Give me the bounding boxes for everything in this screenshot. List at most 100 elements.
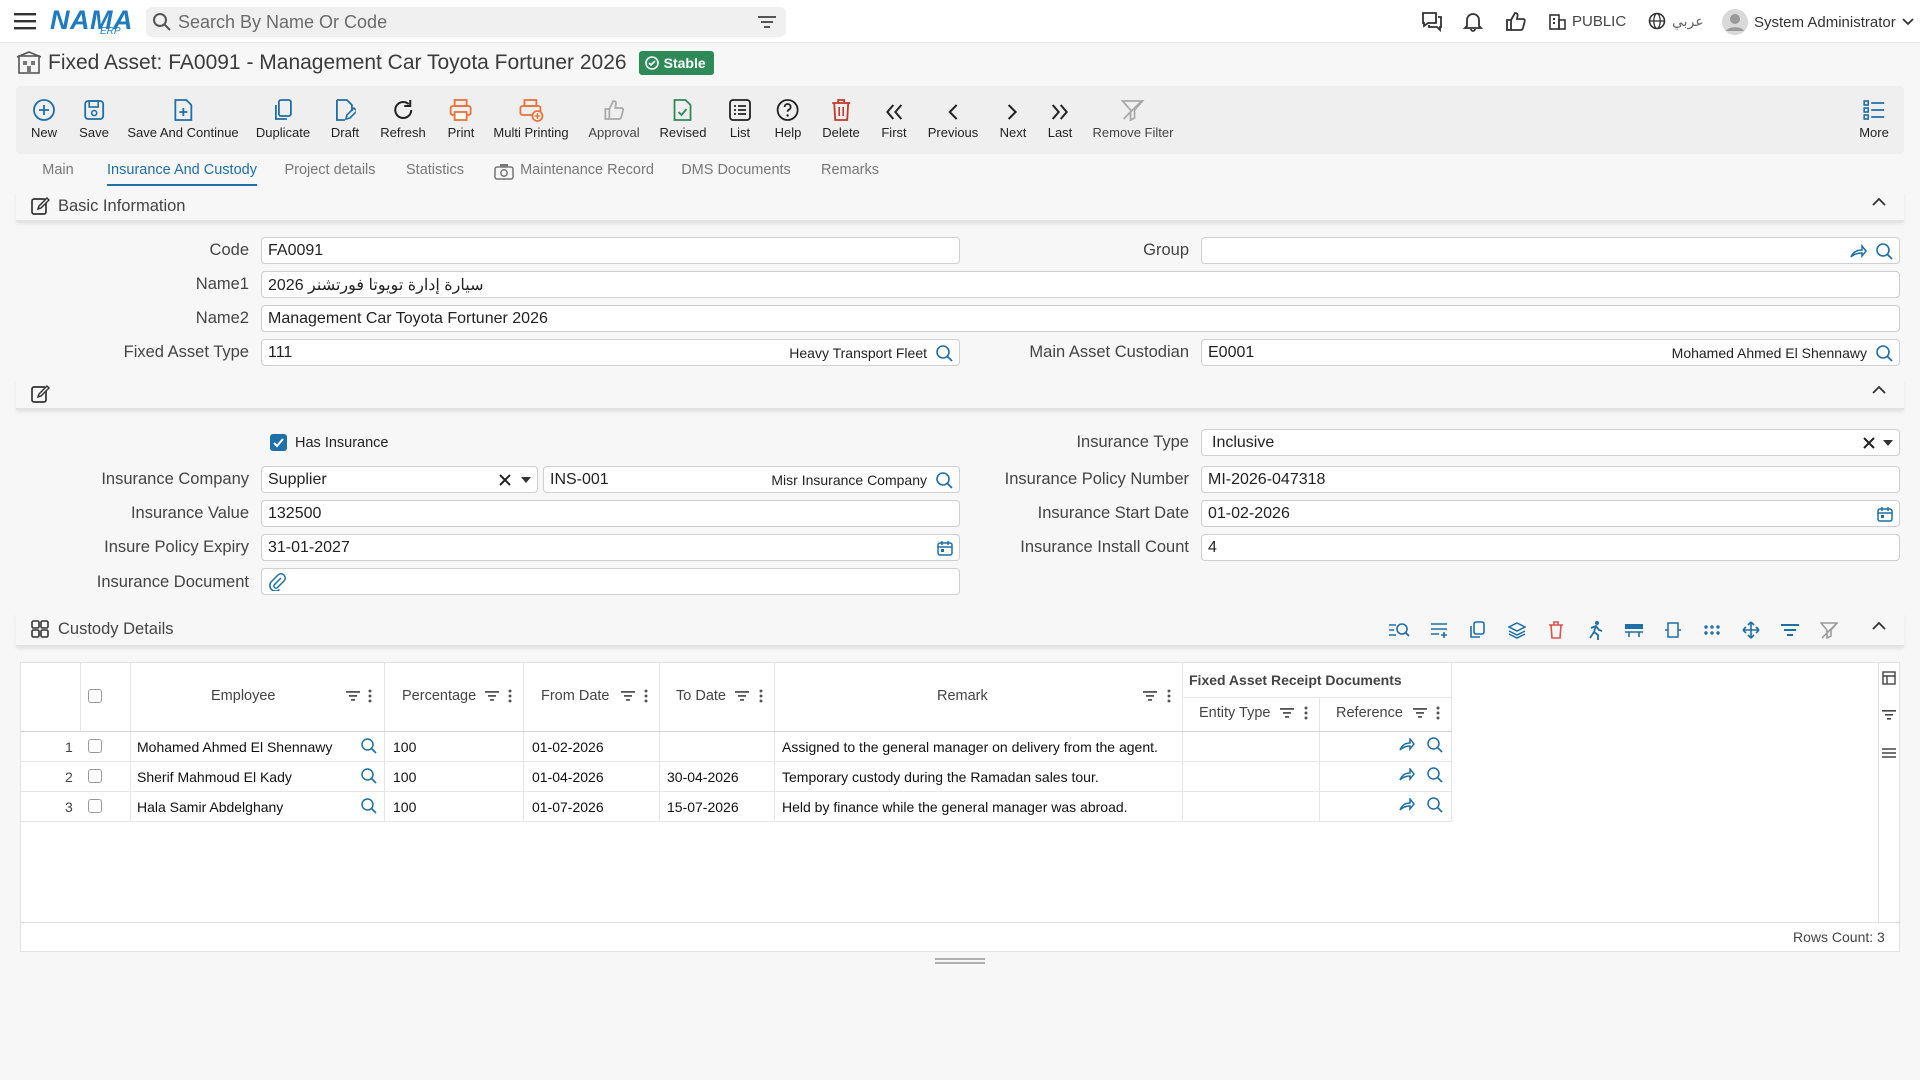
employee-cell[interactable]: Sherif Mahmoud El Kady <box>137 769 292 785</box>
refresh-button[interactable]: Refresh <box>380 96 426 140</box>
column-menu-icon[interactable] <box>508 689 512 703</box>
delete-row-icon[interactable] <box>1543 617 1569 643</box>
previous-button[interactable]: Previous <box>928 96 978 140</box>
resize-handle[interactable] <box>935 958 985 964</box>
row-checkbox[interactable] <box>88 769 102 783</box>
column-filter-icon[interactable] <box>621 690 635 702</box>
to-date-cell[interactable]: 30-04-2026 <box>667 769 739 785</box>
column-menu-icon[interactable] <box>368 689 372 703</box>
lookup-icon[interactable] <box>1875 242 1893 260</box>
insurance-start-field[interactable]: 01-02-2026 <box>1201 500 1900 527</box>
employee-cell[interactable]: Hala Samir Abdelghany <box>137 799 283 815</box>
search-grid-icon[interactable] <box>1386 617 1412 643</box>
col-remark-header[interactable]: Remark <box>937 688 988 704</box>
print-button[interactable]: Print <box>448 96 474 140</box>
row-checkbox[interactable] <box>88 739 102 753</box>
more-button[interactable]: More <box>1859 96 1889 140</box>
share-icon[interactable] <box>1849 243 1867 258</box>
approval-button[interactable]: Approval <box>588 96 640 140</box>
scope-selector[interactable]: PUBLIC <box>1548 12 1626 30</box>
columns-panel-icon[interactable] <box>1882 671 1896 685</box>
remark-cell[interactable]: Held by finance while the general manage… <box>782 799 1128 815</box>
save-button[interactable]: Save <box>79 96 109 140</box>
col-from-date-header[interactable]: From Date <box>541 688 610 704</box>
percentage-cell[interactable]: 100 <box>393 739 416 755</box>
user-menu[interactable]: System Administrator <box>1722 9 1914 35</box>
filter-panel-icon[interactable] <box>1882 709 1896 721</box>
revised-button[interactable]: Revised <box>660 96 706 140</box>
caret-down-icon[interactable] <box>1883 439 1893 446</box>
column-filter-icon[interactable] <box>1413 707 1427 719</box>
tab-main[interactable]: Main <box>42 162 73 178</box>
list-button[interactable]: List <box>728 96 752 140</box>
column-menu-icon[interactable] <box>1167 689 1171 703</box>
rows-panel-icon[interactable] <box>1882 747 1896 759</box>
col-percentage-header[interactable]: Percentage <box>402 688 476 704</box>
to-date-cell[interactable]: 15-07-2026 <box>667 799 739 815</box>
column-menu-icon[interactable] <box>644 689 648 703</box>
fixed-asset-type-field[interactable]: 111 Heavy Transport Fleet <box>261 339 960 366</box>
add-row-icon[interactable] <box>1426 617 1452 643</box>
global-search[interactable]: Search By Name Or Code <box>146 7 786 37</box>
from-date-cell[interactable]: 01-02-2026 <box>532 739 604 755</box>
language-switch[interactable]: عربي <box>1648 12 1704 30</box>
column-filter-icon[interactable] <box>1143 690 1157 702</box>
chevron-up-icon[interactable] <box>1872 385 1886 395</box>
tab-statistics[interactable]: Statistics <box>406 162 464 178</box>
percentage-cell[interactable]: 100 <box>393 769 416 785</box>
draft-button[interactable]: Draft <box>331 96 359 140</box>
remark-cell[interactable]: Temporary custody during the Ramadan sal… <box>782 769 1099 785</box>
column-menu-icon[interactable] <box>1436 706 1440 720</box>
lookup-icon[interactable] <box>360 737 377 754</box>
move-icon[interactable] <box>1738 617 1764 643</box>
tab-remarks[interactable]: Remarks <box>821 162 879 178</box>
clear-icon[interactable] <box>1863 436 1875 449</box>
filter-icon[interactable] <box>758 15 776 29</box>
chevron-up-icon[interactable] <box>1872 197 1886 207</box>
col-reference-header[interactable]: Reference <box>1336 705 1403 721</box>
grid-filter-icon[interactable] <box>1777 617 1803 643</box>
share-icon[interactable] <box>1398 798 1415 811</box>
clear-icon[interactable] <box>499 473 511 486</box>
chat-icon[interactable] <box>1420 10 1444 32</box>
save-continue-button[interactable]: Save And Continue <box>127 96 239 140</box>
col-entity-type-header[interactable]: Entity Type <box>1199 705 1270 721</box>
policy-expiry-field[interactable]: 31-01-2027 <box>261 534 960 561</box>
lookup-icon[interactable] <box>1426 766 1443 783</box>
remove-filter-button[interactable]: Remove Filter <box>1093 96 1173 140</box>
next-button[interactable]: Next <box>1000 96 1026 140</box>
run-icon[interactable] <box>1582 617 1608 643</box>
duplicate-button[interactable]: Duplicate <box>256 96 310 140</box>
caret-down-icon[interactable] <box>521 476 531 483</box>
copy-row-icon[interactable] <box>1465 617 1491 643</box>
chevron-up-icon[interactable] <box>1872 621 1886 631</box>
column-filter-icon[interactable] <box>346 690 360 702</box>
calendar-icon[interactable] <box>937 540 953 556</box>
bell-icon[interactable] <box>1462 10 1484 32</box>
row-checkbox[interactable] <box>88 799 102 813</box>
column-menu-icon[interactable] <box>1304 706 1308 720</box>
insurance-value-field[interactable]: 132500 <box>261 500 960 527</box>
first-button[interactable]: First <box>881 96 907 140</box>
insurance-document-field[interactable] <box>261 568 960 595</box>
grid-filter-off-icon[interactable] <box>1816 617 1842 643</box>
select-all-checkbox[interactable] <box>88 689 102 703</box>
insurance-type-select[interactable]: Inclusive <box>1201 429 1900 456</box>
col-employee-header[interactable]: Employee <box>211 688 275 704</box>
column-filter-icon[interactable] <box>485 690 499 702</box>
lookup-icon[interactable] <box>1875 344 1893 362</box>
fit-columns-icon[interactable] <box>1660 617 1686 643</box>
tab-insurance-custody[interactable]: Insurance And Custody <box>107 162 257 186</box>
col-to-date-header[interactable]: To Date <box>676 688 726 704</box>
dots-grid-icon[interactable] <box>1699 617 1725 643</box>
column-filter-icon[interactable] <box>735 690 749 702</box>
column-filter-icon[interactable] <box>1280 707 1294 719</box>
paperclip-icon[interactable] <box>268 572 286 591</box>
lookup-icon[interactable] <box>935 344 953 362</box>
search-input[interactable]: Search By Name Or Code <box>178 12 758 33</box>
nama-logo[interactable]: NAMA ERP <box>50 4 133 38</box>
share-icon[interactable] <box>1398 738 1415 751</box>
freeze-columns-icon[interactable] <box>1621 617 1647 643</box>
lookup-icon[interactable] <box>1426 736 1443 753</box>
lookup-icon[interactable] <box>1426 796 1443 813</box>
